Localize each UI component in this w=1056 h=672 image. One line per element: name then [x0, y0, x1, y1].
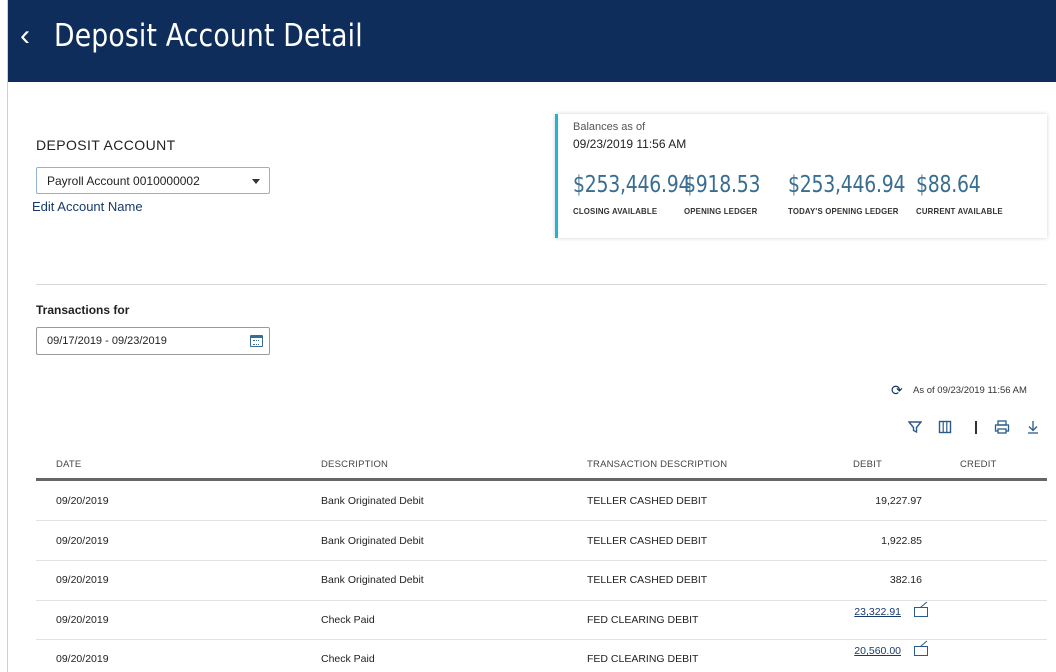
row-transaction-description: FED CLEARING DEBIT	[587, 614, 699, 626]
transactions-asof: As of 09/23/2019 11:56 AM	[913, 385, 1027, 396]
columns-icon[interactable]	[938, 420, 952, 437]
column-header-description[interactable]: DESCRIPTION	[321, 459, 388, 470]
row-description: Bank Originated Debit	[321, 574, 424, 586]
row-date: 09/20/2019	[56, 574, 109, 586]
filter-icon[interactable]	[907, 420, 923, 437]
opening-ledger-value: $918.53	[684, 172, 761, 198]
table-row[interactable]: 09/20/2019 Check Paid FED CLEARING DEBIT…	[36, 640, 1047, 672]
row-description: Check Paid	[321, 614, 375, 626]
balances-asof-date: 09/23/2019 11:56 AM	[573, 137, 687, 151]
row-date: 09/20/2019	[56, 535, 109, 547]
row-transaction-description: TELLER CASHED DEBIT	[587, 574, 708, 586]
row-debit-link[interactable]: 23,322.91	[789, 606, 901, 618]
table-row[interactable]: 09/20/2019 Bank Originated Debit TELLER …	[36, 481, 1047, 521]
edit-account-name-link[interactable]: Edit Account Name	[32, 199, 143, 214]
refresh-icon[interactable]: ⟳	[891, 383, 903, 397]
balances-asof-label: Balances as of	[573, 121, 646, 133]
row-description: Check Paid	[321, 653, 375, 665]
row-description: Bank Originated Debit	[321, 535, 424, 547]
date-range-value: 09/17/2019 - 09/23/2019	[47, 335, 167, 347]
row-description: Bank Originated Debit	[321, 495, 424, 507]
deposit-account-value: Payroll Account 0010000002	[47, 174, 200, 188]
caret-down-icon	[252, 179, 260, 184]
calendar-icon[interactable]	[250, 335, 263, 347]
edit-icon[interactable]	[914, 607, 928, 617]
todays-opening-ledger-value: $253,446.94	[788, 172, 906, 198]
window-left-edge	[0, 0, 8, 672]
row-transaction-description: FED CLEARING DEBIT	[587, 653, 699, 665]
toolbar-separator	[975, 421, 977, 434]
print-icon[interactable]	[994, 420, 1010, 437]
current-available-value: $88.64	[916, 172, 981, 198]
page-title: Deposit Account Detail	[54, 18, 363, 54]
column-header-date[interactable]: DATE	[56, 459, 81, 470]
row-transaction-description: TELLER CASHED DEBIT	[587, 535, 708, 547]
row-debit: 1,922.85	[881, 535, 922, 547]
current-available-caption: CURRENT AVAILABLE	[916, 206, 1003, 216]
column-header-credit[interactable]: CREDIT	[960, 459, 997, 470]
download-icon[interactable]	[1026, 420, 1040, 437]
table-row[interactable]: 09/20/2019 Bank Originated Debit TELLER …	[36, 561, 1047, 601]
chevron-left-icon[interactable]: ‹	[20, 16, 30, 56]
date-range-input[interactable]: 09/17/2019 - 09/23/2019	[36, 327, 270, 355]
row-debit-link[interactable]: 20,560.00	[789, 645, 901, 657]
row-debit: 382.16	[889, 574, 922, 586]
closing-available-caption: CLOSING AVAILABLE	[573, 206, 658, 216]
deposit-account-select[interactable]: Payroll Account 0010000002	[36, 167, 270, 194]
row-transaction-description: TELLER CASHED DEBIT	[587, 495, 708, 507]
row-debit: 19,227.97	[875, 495, 922, 507]
todays-opening-ledger-caption: TODAY'S OPENING LEDGER	[788, 206, 899, 216]
column-header-transaction-description[interactable]: TRANSACTION DESCRIPTION	[587, 459, 727, 470]
transactions-for-label: Transactions for	[36, 303, 130, 317]
table-row[interactable]: 09/20/2019 Check Paid FED CLEARING DEBIT…	[36, 600, 1047, 640]
row-date: 09/20/2019	[56, 614, 109, 626]
balances-panel: Balances as of 09/23/2019 11:56 AM $253,…	[555, 114, 1047, 238]
edit-icon[interactable]	[914, 646, 928, 656]
deposit-account-label: DEPOSIT ACCOUNT	[36, 137, 176, 153]
row-date: 09/20/2019	[56, 495, 109, 507]
table-row[interactable]: 09/20/2019 Bank Originated Debit TELLER …	[36, 521, 1047, 561]
opening-ledger-caption: OPENING LEDGER	[684, 206, 758, 216]
closing-available-value: $253,446.94	[573, 172, 691, 198]
section-divider	[36, 284, 1047, 285]
page-header: ‹ Deposit Account Detail	[8, 0, 1056, 82]
row-date: 09/20/2019	[56, 653, 109, 665]
column-header-debit[interactable]: DEBIT	[853, 459, 882, 470]
